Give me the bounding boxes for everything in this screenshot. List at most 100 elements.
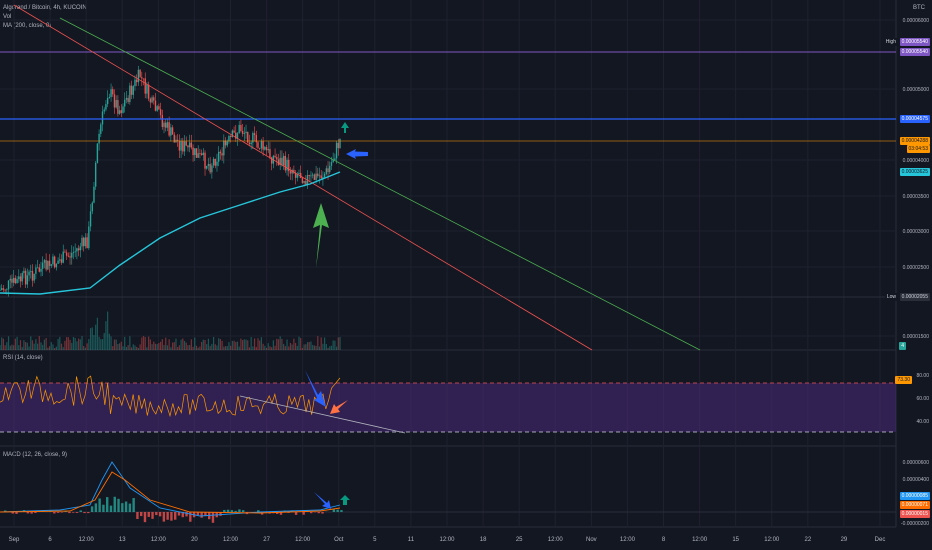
volume-bar	[325, 344, 327, 350]
volume-bar	[177, 346, 179, 350]
volume-bar	[214, 344, 216, 350]
volume-bar	[47, 347, 49, 350]
volume-bar	[98, 336, 100, 350]
volume-bar	[293, 338, 295, 350]
chart-canvas[interactable]: Sep 6 12:00 13 12:00 20 12:00 27 12:00 Oct 5 11 12:0…	[0, 0, 932, 550]
volume-bar	[160, 341, 162, 350]
volume-bar	[144, 337, 146, 350]
candle-body	[24, 270, 27, 285]
candle-body	[40, 268, 42, 272]
candle-body	[248, 142, 251, 145]
macd-hist-bar	[87, 512, 90, 514]
candle-body	[103, 109, 105, 112]
low-value: 0.00002055	[899, 293, 930, 301]
candle-body	[294, 173, 297, 178]
candle-body	[18, 276, 20, 280]
volume-bar	[199, 346, 201, 350]
volume-bar	[223, 346, 225, 350]
macd-hist-bar	[30, 512, 33, 514]
volume-bar	[120, 341, 122, 350]
candle-body	[325, 168, 328, 174]
volume-bar	[183, 340, 186, 350]
volume-bar	[182, 338, 184, 350]
candle-body	[318, 175, 321, 177]
macd-hist-bar	[68, 512, 71, 514]
volume-bar	[89, 328, 92, 350]
volume-bar	[4, 345, 6, 350]
candle-body	[286, 159, 288, 171]
candle-body	[165, 122, 167, 128]
volume-bar	[83, 345, 85, 350]
volume-bar	[64, 340, 66, 350]
macd-hist-bar	[53, 512, 56, 514]
volume-bar	[202, 339, 204, 350]
volume-bar	[322, 343, 324, 350]
volume-bar	[153, 341, 155, 350]
chart-root[interactable]: Algorand / Bitcoin, 4h, KUCOIN Vol MA (2…	[0, 0, 932, 550]
volume-bar	[84, 347, 87, 350]
time-axis-label: 29	[841, 537, 848, 543]
volume-bar	[81, 336, 83, 350]
candle-body	[33, 273, 35, 281]
candle-body	[211, 165, 213, 173]
volume-bar	[240, 338, 242, 350]
volume-bar	[54, 347, 56, 350]
volume-bar	[72, 337, 75, 350]
macd-hist-bar	[242, 510, 245, 512]
volume-bar	[113, 339, 116, 350]
volume-bar	[142, 336, 145, 350]
volume-bar	[149, 339, 151, 350]
candle-body	[125, 97, 128, 100]
candle-body	[96, 143, 99, 163]
volume-bar	[303, 344, 305, 350]
candle-body	[53, 256, 56, 268]
arrow-down-left-icon	[314, 492, 331, 509]
candle-body	[93, 186, 95, 203]
macd-hist-bar	[162, 512, 166, 522]
macd-value: 0.00000085	[899, 492, 930, 500]
candle-body	[132, 86, 134, 95]
macd-hist-bar	[83, 512, 86, 514]
volume-bar	[294, 342, 297, 350]
volume-bar	[0, 345, 1, 350]
macd-hist-bar	[75, 512, 79, 513]
volume-bar	[226, 346, 228, 350]
high-value: 0.00005540	[899, 38, 930, 46]
macd-hist-bar	[143, 512, 147, 523]
candle-body	[135, 79, 138, 83]
volume-bar	[296, 345, 298, 350]
volume-bar	[286, 339, 288, 350]
time-axis-label: Sep	[9, 537, 20, 543]
signal-line	[0, 471, 341, 514]
volume-bar	[69, 339, 71, 350]
price-axis-tick: 0.00006000	[903, 18, 930, 24]
volume-bar	[243, 339, 245, 350]
volume-bar	[55, 346, 57, 350]
macd-hist-bar	[132, 498, 135, 512]
candle-body	[221, 153, 223, 156]
volume-bar	[228, 342, 230, 350]
macd-hist-bar	[200, 512, 203, 518]
candle-body	[197, 153, 199, 158]
time-axis-label: 20	[191, 537, 198, 543]
macd-hist-bar	[321, 512, 324, 514]
volume-bar	[95, 324, 97, 350]
volume-bar	[264, 345, 266, 350]
volume-bar	[170, 347, 172, 350]
volume-bar	[320, 337, 322, 350]
volume-bar	[300, 338, 302, 350]
candle-body	[166, 122, 169, 128]
price-axis-tick: 0.00002500	[903, 265, 930, 271]
volume-bar	[108, 333, 110, 350]
candle-body	[47, 260, 49, 270]
volume-bar	[125, 346, 128, 350]
volume-bar	[79, 339, 81, 350]
arrow-up-icon	[340, 495, 350, 505]
price-axis-tick: 0.00003500	[903, 194, 930, 200]
volume-bar	[36, 343, 39, 350]
volume-bar	[11, 344, 13, 350]
candle-body	[144, 78, 146, 94]
candle-body	[81, 237, 83, 247]
volume-bar	[91, 327, 93, 350]
volume-bar	[71, 343, 73, 350]
